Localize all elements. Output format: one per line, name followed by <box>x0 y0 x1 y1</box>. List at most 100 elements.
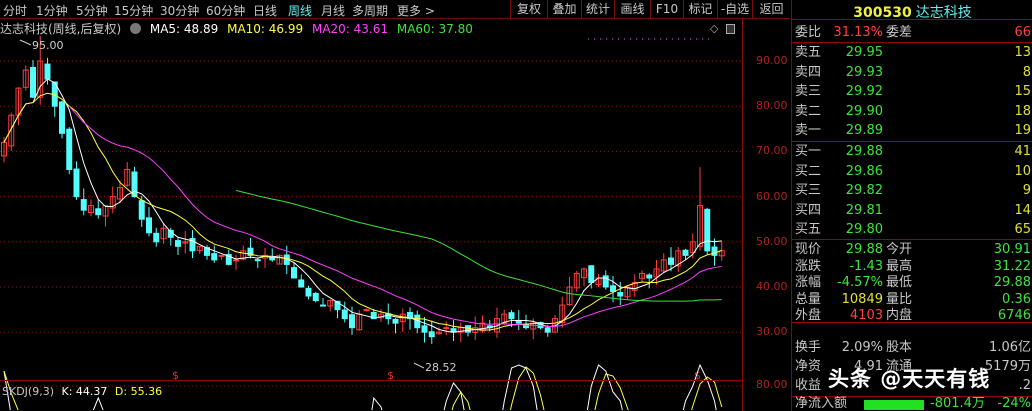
candle-down <box>646 274 653 279</box>
candle-down <box>610 285 616 293</box>
y-tick-label: 90.00 <box>756 54 788 67</box>
value: 29.95 <box>845 45 883 60</box>
stat-row: 外盘 4103 内盘 6746 <box>792 307 1032 324</box>
skdj-k-line <box>586 364 623 411</box>
net-inflow-row: 净流入额 -801.4万 -24% <box>792 397 1032 411</box>
stat-row: 涨幅 -4.57% 最低 29.88 <box>792 274 1032 291</box>
label: 涨幅 <box>795 275 822 290</box>
label: 卖四 <box>795 64 822 80</box>
separator <box>792 19 1032 20</box>
value: 29.88 <box>845 144 883 159</box>
ask-row: 卖三 29.92 15 <box>792 83 1032 100</box>
candle-down <box>617 292 624 297</box>
ask-row: 卖四 29.93 8 <box>792 64 1032 81</box>
candle-down <box>80 199 87 211</box>
ask-row: 卖二 29.90 18 <box>792 103 1032 120</box>
candle-down <box>291 267 297 279</box>
value: 29.93 <box>845 64 883 80</box>
kline-chart[interactable]: 95.0028.52$ $ $ <box>0 0 742 411</box>
skdj-d-line <box>510 366 545 411</box>
value2: 14 <box>1014 202 1031 218</box>
net-inflow-bar <box>864 400 924 410</box>
diamond-icon[interactable]: ◇ <box>710 22 718 35</box>
bid-row: 买三 29.82 9 <box>792 182 1032 199</box>
net-inflow-pct: -24% <box>997 396 1031 411</box>
label: 卖二 <box>795 103 822 119</box>
candle-down <box>392 318 399 324</box>
value2: .2 <box>1018 378 1031 393</box>
value2: 5179万 <box>984 359 1031 374</box>
label2: 委差 <box>886 25 913 40</box>
y-tick-label: 30.00 <box>756 325 788 339</box>
candle-down <box>44 63 51 80</box>
value2: 30.91 <box>993 242 1031 257</box>
value2: 8 <box>1022 64 1031 80</box>
value2: 41 <box>1014 144 1031 159</box>
candle-down <box>131 171 138 198</box>
panel-divider <box>0 380 742 381</box>
low-price-label: 28.52 <box>425 361 457 374</box>
indicator-axis-label: 80.00 <box>756 378 788 391</box>
label: 买三 <box>795 183 822 198</box>
candle-down <box>66 128 73 170</box>
value: -1.43 <box>849 258 883 274</box>
skdj-k-line <box>92 396 104 411</box>
candle-down <box>305 287 312 297</box>
toolbar-button-7[interactable]: 返回 <box>752 0 790 19</box>
candle-down <box>704 208 711 252</box>
ma20-line <box>68 105 722 328</box>
value2: 66 <box>1014 25 1031 40</box>
label: 现价 <box>795 242 822 257</box>
skdj-k-line <box>443 382 465 411</box>
bid-row: 买二 29.86 10 <box>792 163 1032 180</box>
stat-row: 总量 10849 量比 0.36 <box>792 291 1032 308</box>
label: 买四 <box>795 202 822 218</box>
net-inflow-value: -801.4万 <box>930 396 985 411</box>
ma5-line <box>3 78 722 333</box>
low-pointer <box>413 362 425 369</box>
y-tick-label: 50.00 <box>756 234 788 248</box>
value: 31.13% <box>833 25 883 40</box>
label: 买五 <box>795 222 822 237</box>
value2: 15 <box>1014 84 1031 99</box>
candle-down <box>711 246 718 256</box>
stat-row: 涨跌 -1.43 最高 31.22 <box>792 258 1032 275</box>
value2: 31.22 <box>993 258 1031 274</box>
candle-down <box>153 232 160 243</box>
bid-row: 买一 29.88 41 <box>792 143 1032 160</box>
separator <box>792 239 1032 240</box>
candle-down <box>175 240 181 247</box>
label: 换手 <box>795 340 822 355</box>
value: 29.89 <box>845 123 883 138</box>
high-pointer <box>19 39 32 46</box>
value: 2.09% <box>841 340 883 355</box>
y-tick-label: 70.00 <box>756 144 788 158</box>
label: 卖五 <box>795 45 822 60</box>
label2: 内盘 <box>886 308 913 323</box>
d-label: D: 55.36 <box>114 385 163 398</box>
candle-down <box>341 309 348 320</box>
skdj-k-line <box>371 396 383 411</box>
candle-down <box>421 325 428 333</box>
panel-toggle-icon[interactable] <box>726 24 735 34</box>
label2: 量比 <box>886 291 913 307</box>
indicator-legend: SKDJ(9,3) K: 44.37 D: 55.36 <box>2 385 162 398</box>
label: 买二 <box>795 163 822 179</box>
candle-down <box>73 168 80 198</box>
candle-down <box>59 101 65 134</box>
candle-down <box>298 279 305 288</box>
value2: 10 <box>1014 163 1031 179</box>
value: -4.57% <box>837 275 883 290</box>
candle-down <box>544 327 551 333</box>
value2: 0.36 <box>1002 291 1031 307</box>
candle-down <box>428 331 435 338</box>
label2: 最高 <box>886 258 913 274</box>
value2: 19 <box>1014 123 1031 138</box>
label: 涨跌 <box>795 258 822 274</box>
value: 29.81 <box>845 202 883 218</box>
candle-down <box>254 259 261 262</box>
candle-down <box>146 217 152 234</box>
stat-row: 现价 29.88 今开 30.91 <box>792 241 1032 258</box>
fin-row: 换手 2.09% 股本 1.06亿 <box>792 339 1032 356</box>
label: 买一 <box>795 144 822 159</box>
